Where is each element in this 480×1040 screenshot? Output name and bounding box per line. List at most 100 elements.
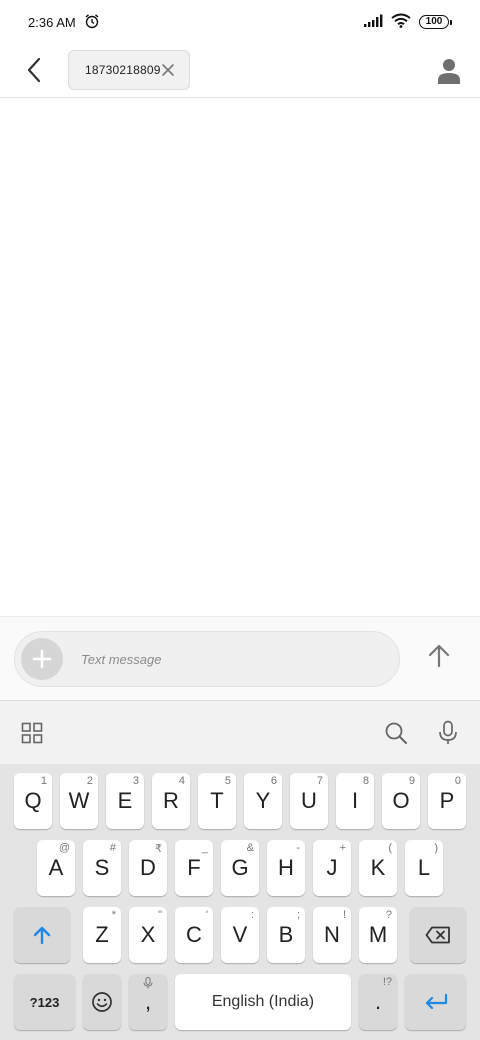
key-hint: 7: [316, 775, 323, 787]
grid-menu-button[interactable]: [18, 719, 46, 747]
key-label: D: [140, 855, 156, 880]
person-icon: [438, 59, 460, 84]
key-label: W: [68, 788, 90, 813]
key-d[interactable]: ₹ D: [129, 840, 167, 896]
comma-key[interactable]: ,: [129, 974, 167, 1030]
back-button[interactable]: [18, 54, 50, 86]
key-y[interactable]: 6Y: [244, 773, 282, 829]
key-n[interactable]: ! N: [313, 907, 351, 963]
compose-field[interactable]: Text message: [14, 631, 400, 687]
plus-icon: [32, 649, 52, 669]
space-key[interactable]: English (India): [175, 974, 351, 1030]
key-label: E: [117, 788, 133, 813]
battery-level: 100: [419, 15, 449, 29]
key-b[interactable]: ; B: [267, 907, 305, 963]
key-r[interactable]: 4R: [152, 773, 190, 829]
emoji-key[interactable]: [83, 974, 121, 1030]
key-hint: 8: [362, 775, 369, 787]
key-label: V: [232, 922, 248, 947]
key-label: G: [231, 855, 249, 880]
key-hint: 4: [178, 775, 185, 787]
backspace-icon: [425, 926, 450, 944]
key-m[interactable]: ? M: [359, 907, 397, 963]
add-contact-button[interactable]: [434, 56, 464, 86]
alarm-icon: [84, 13, 100, 32]
keyboard-toolbar: [0, 700, 480, 764]
recipient-chip[interactable]: 18730218809: [68, 50, 190, 90]
key-s[interactable]: # S: [83, 840, 121, 896]
key-x[interactable]: " X: [129, 907, 167, 963]
key-g[interactable]: & G: [221, 840, 259, 896]
key-e[interactable]: 3E: [106, 773, 144, 829]
key-l[interactable]: ) L: [405, 840, 443, 896]
key-hint: 1: [40, 775, 47, 787]
send-button[interactable]: [424, 641, 454, 671]
key-hint: #: [109, 842, 116, 854]
key-hint: !: [342, 909, 346, 921]
key-label: U: [301, 788, 317, 813]
key-label: F: [187, 855, 201, 880]
key-i[interactable]: 8I: [336, 773, 374, 829]
key-label: Y: [255, 788, 271, 813]
backspace-key[interactable]: [410, 907, 466, 963]
key-a[interactable]: @ A: [37, 840, 75, 896]
key-hint: 2: [86, 775, 93, 787]
recipient-number: 18730218809: [85, 63, 161, 77]
status-time: 2:36 AM: [28, 14, 76, 30]
key-h[interactable]: -H: [267, 840, 305, 896]
wifi-icon: [391, 13, 411, 31]
key-hint: @: [58, 842, 70, 854]
period-key[interactable]: !?.: [359, 974, 397, 1030]
message-list: [0, 98, 480, 616]
battery-icon: 100: [419, 15, 452, 29]
key-label: Z: [95, 922, 109, 947]
signal-icon: [363, 14, 383, 31]
key-label: O: [392, 788, 410, 813]
key-label: ?123: [29, 994, 60, 1010]
key-label: ,: [144, 989, 152, 1014]
key-label: H: [278, 855, 294, 880]
enter-key[interactable]: [405, 974, 466, 1030]
key-v[interactable]: :V: [221, 907, 259, 963]
key-p[interactable]: 0P: [428, 773, 466, 829]
key-w[interactable]: 2W: [60, 773, 98, 829]
shift-arrow-icon: [33, 926, 51, 945]
key-u[interactable]: 7U: [290, 773, 328, 829]
search-button[interactable]: [382, 719, 410, 747]
key-q[interactable]: 1Q: [14, 773, 52, 829]
key-o[interactable]: 9O: [382, 773, 420, 829]
key-hint: -: [296, 842, 300, 854]
message-input-placeholder[interactable]: Text message: [81, 652, 161, 667]
voice-input-button[interactable]: [434, 719, 462, 747]
key-hint: :: [250, 909, 254, 921]
key-label: A: [48, 855, 64, 880]
key-label: R: [163, 788, 179, 813]
key-hint: 6: [270, 775, 277, 787]
symbols-key[interactable]: ?123: [14, 974, 75, 1030]
key-c[interactable]: ' C: [175, 907, 213, 963]
back-arrow-icon: [27, 57, 41, 83]
key-label: J: [326, 855, 338, 880]
key-label: L: [417, 855, 431, 880]
key-label: Q: [24, 788, 42, 813]
remove-recipient-icon[interactable]: [161, 63, 175, 77]
key-f[interactable]: _ F: [175, 840, 213, 896]
key-label: B: [278, 922, 294, 947]
key-label: I: [351, 788, 359, 813]
mic-hint-icon: [129, 977, 167, 992]
shift-key[interactable]: [14, 907, 70, 963]
key-hint: !?: [382, 976, 392, 988]
microphone-icon: [439, 720, 457, 744]
enter-arrow-icon: [425, 993, 447, 1010]
arrow-up-icon: [428, 644, 450, 668]
key-label: .: [374, 989, 382, 1014]
add-attachment-button[interactable]: [21, 638, 63, 680]
key-hint: +: [339, 842, 346, 854]
status-left: 2:36 AM: [28, 13, 100, 32]
search-icon: [385, 722, 407, 744]
key-z[interactable]: * Z: [83, 907, 121, 963]
key-hint: ): [434, 842, 438, 854]
key-t[interactable]: 5T: [198, 773, 236, 829]
key-k[interactable]: (K: [359, 840, 397, 896]
key-j[interactable]: + J: [313, 840, 351, 896]
